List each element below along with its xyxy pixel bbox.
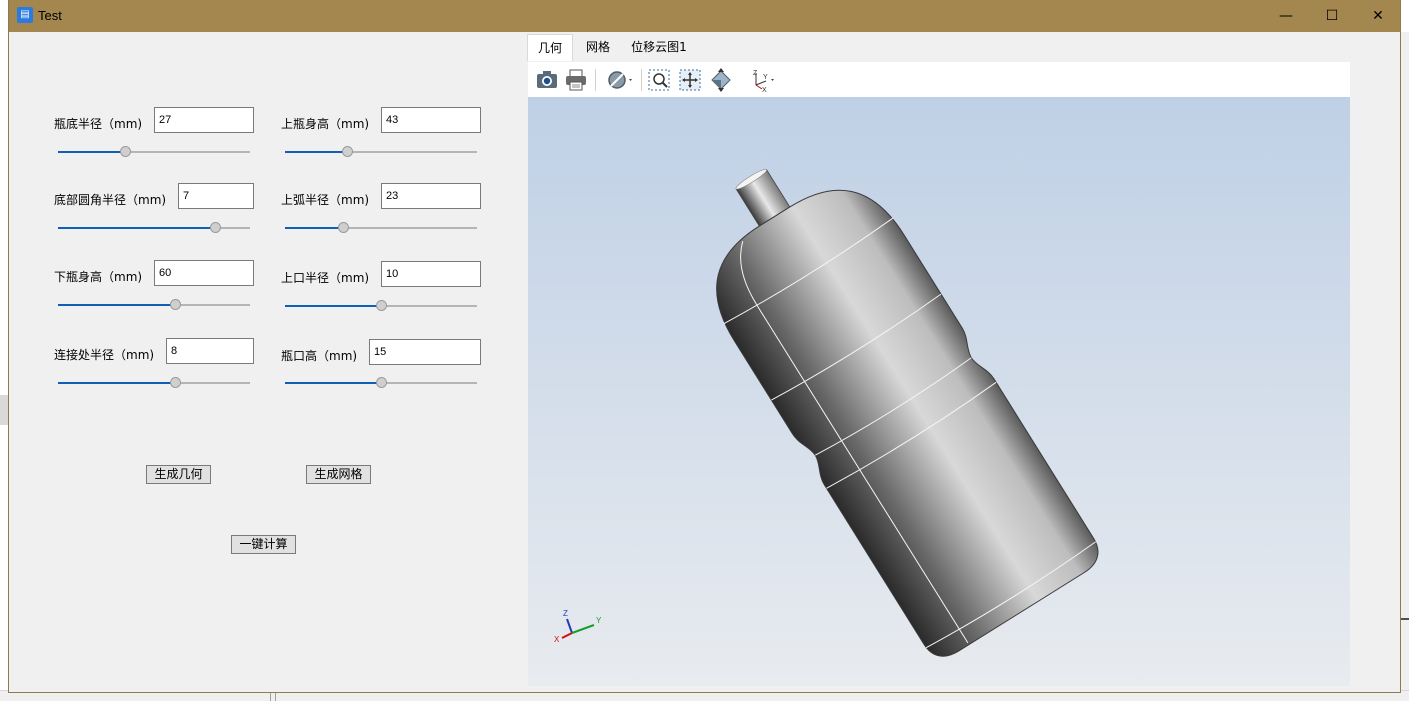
print-icon[interactable] [563,67,589,93]
camera-icon[interactable] [534,67,560,93]
neck-height-input[interactable] [369,339,481,365]
tab-geometry[interactable]: 几何 [527,34,573,61]
mouth-radius-slider[interactable] [285,300,477,312]
lower-body-height-label: 下瓶身高（mm) [54,270,143,284]
lower-body-height-input[interactable] [154,260,254,286]
tab-displacement-contour[interactable]: 位移云图1 [627,34,691,61]
axis-z-label: Z [563,609,568,618]
axis-y-label: Y [596,616,602,625]
viewer-toolbar: ZYX [528,62,1350,97]
svg-text:Y: Y [763,74,768,81]
generate-geometry-button[interactable]: 生成几何 [146,465,211,484]
3d-viewport[interactable]: Z Y X [528,97,1350,686]
bottom-radius-slider[interactable] [58,146,250,158]
tab-mesh[interactable]: 网格 [575,34,621,61]
joint-radius-label: 连接处半径（mm) [54,348,155,362]
upper-arc-radius-label: 上弧半径（mm) [281,193,370,207]
bottom-fillet-radius-input[interactable] [178,183,254,209]
one-click-compute-button[interactable]: 一键计算 [231,535,296,554]
toolbar-separator [641,69,642,91]
bottom-fillet-radius-slider[interactable] [58,222,250,234]
upper-body-height-label: 上瓶身高（mm) [281,117,370,131]
app-cube-icon: ▤ [17,7,33,23]
upper-body-height-slider[interactable] [285,146,477,158]
background-window-edge [1400,32,1409,692]
upper-arc-radius-slider[interactable] [285,222,477,234]
neck-height-label: 瓶口高（mm) [281,349,358,363]
axis-x-label: X [554,635,560,644]
upper-arc-radius-input[interactable] [381,183,481,209]
view-orient-icon[interactable] [708,67,734,93]
bottle-model [716,169,1099,657]
main-window: ▤ Test — ☐ ✕ 瓶底半径（mm) 底部圆角半径（mm) 下瓶身高（mm… [9,0,1400,692]
bottom-fillet-radius-label: 底部圆角半径（mm) [54,193,167,207]
lower-body-height-slider[interactable] [58,299,250,311]
toolbar-separator [595,69,596,91]
mouth-radius-input[interactable] [381,261,481,287]
generate-mesh-button[interactable]: 生成网格 [306,465,371,484]
joint-radius-input[interactable] [166,338,254,364]
title-bar[interactable]: ▤ Test — ☐ ✕ [9,0,1400,32]
upper-body-height-input[interactable] [381,107,481,133]
svg-text:X: X [762,87,767,93]
background-strip [0,395,9,425]
bottom-radius-label: 瓶底半径（mm) [54,117,143,131]
clip-plane-icon[interactable] [604,67,636,93]
axes-triad-icon[interactable]: ZYX [746,67,778,94]
maximize-button[interactable]: ☐ [1309,0,1355,32]
svg-text:Z: Z [753,70,758,77]
close-button[interactable]: ✕ [1355,0,1401,32]
zoom-window-icon[interactable] [646,67,672,93]
bottom-radius-input[interactable] [154,107,254,133]
fit-all-icon[interactable] [677,67,703,93]
joint-radius-slider[interactable] [58,377,250,389]
neck-height-slider[interactable] [285,377,477,389]
mouth-radius-label: 上口半径（mm) [281,271,370,285]
axes-triad: Z Y X [554,609,602,644]
window-title: Test [38,8,62,23]
minimize-button[interactable]: — [1263,0,1309,32]
